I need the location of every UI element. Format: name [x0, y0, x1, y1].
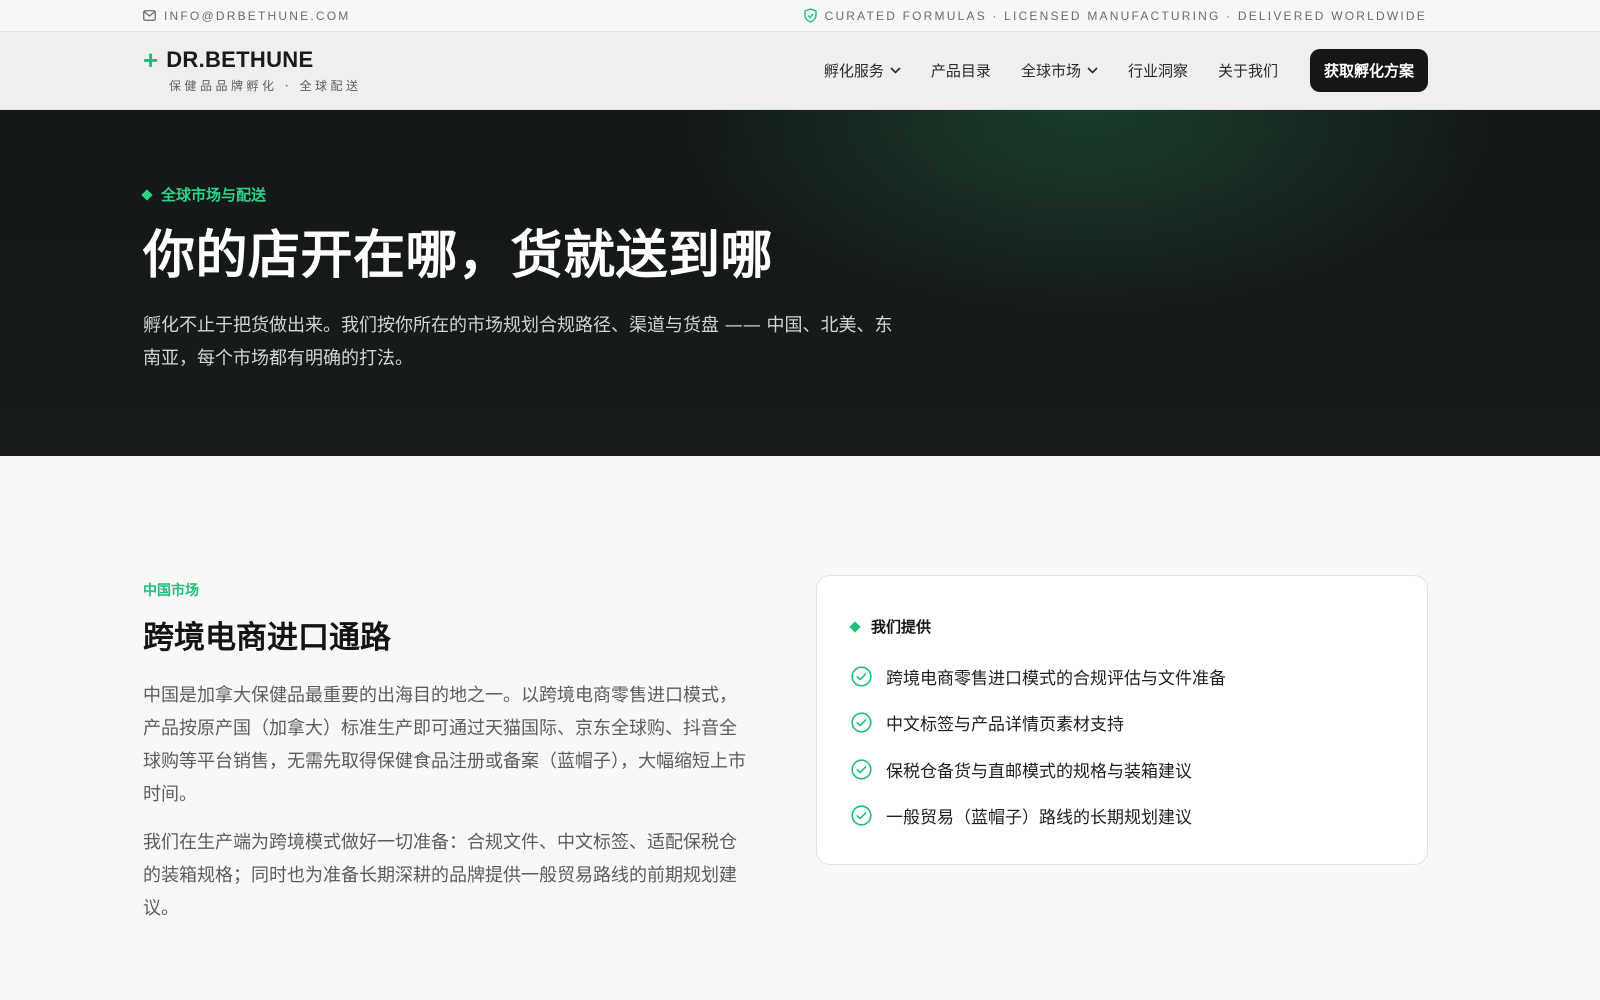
hero-description: 孵化不止于把货做出来。我们按你所在的市场规划合规路径、渠道与货盘 —— 中国、北…: [143, 314, 893, 369]
chevron-down-icon: [1087, 67, 1098, 74]
nav-item-label: 产品目录: [930, 62, 991, 80]
hero-section: 全球市场与配送 你的店开在哪，货就送到哪 孵化不止于把货做出来。我们按你所在的市…: [0, 110, 1600, 456]
china-market-section: 中国市场 跨境电商进口通路 中国是加拿大保健品最重要的出海目的地之一。以跨境电商…: [0, 456, 1600, 925]
card-title: 我们提供: [871, 618, 932, 636]
shield-check-icon: [803, 8, 817, 23]
section-text: 中国市场 跨境电商进口通路 中国是加拿大保健品最重要的出海目的地之一。以跨境电商…: [143, 580, 748, 925]
nav-item-label: 行业洞察: [1127, 62, 1188, 80]
brand-tagline: 保健品品牌孵化 · 全球配送: [169, 79, 362, 93]
diamond-icon: [849, 620, 861, 633]
brand-row: + DR.BETHUNE: [143, 47, 361, 73]
nav-item-global-markets[interactable]: 全球市场: [1021, 60, 1098, 81]
mail-icon: [143, 10, 156, 21]
list-item: 中文标签与产品详情页素材支持: [851, 700, 1393, 747]
nav-item-label: 孵化服务: [823, 62, 884, 80]
topbar-tagline-wrap: CURATED FORMULAS · LICENSED MANUFACTURIN…: [803, 8, 1427, 23]
nav-item-catalog[interactable]: 产品目录: [931, 60, 991, 81]
check-circle-icon: [851, 712, 872, 733]
site-header: + DR.BETHUNE 保健品品牌孵化 · 全球配送 孵化服务 产品目录 全球…: [0, 32, 1600, 110]
brand-name: DR.BETHUNE: [166, 47, 314, 72]
section-title: 跨境电商进口通路: [143, 620, 391, 656]
check-circle-icon: [851, 805, 872, 826]
list-item-label: 保税仓备货与直邮模式的规格与装箱建议: [886, 761, 1192, 782]
offerings-card: 我们提供 跨境电商零售进口模式的合规评估与文件准备 中文标签与产品详情页素材支持…: [816, 575, 1428, 865]
card-header: 我们提供: [849, 616, 1393, 637]
hero-eyebrow-label: 全球市场与配送: [161, 186, 267, 204]
chevron-down-icon: [890, 67, 901, 74]
topbar-email[interactable]: INFO@DRBETHUNE.COM: [164, 9, 350, 23]
topbar-tagline: CURATED FORMULAS · LICENSED MANUFACTURIN…: [824, 8, 1427, 23]
section-paragraph: 我们在生产端为跨境模式做好一切准备：合规文件、中文标签、适配保税仓的装箱规格；同…: [143, 832, 737, 919]
topbar: INFO@DRBETHUNE.COM CURATED FORMULAS · LI…: [0, 0, 1600, 32]
nav-item-about[interactable]: 关于我们: [1218, 60, 1278, 81]
hero-eyebrow: 全球市场与配送: [141, 184, 1600, 205]
hero-title: 你的店开在哪，货就送到哪: [143, 226, 774, 286]
list-item: 保税仓备货与直邮模式的规格与装箱建议: [851, 746, 1393, 793]
nav-item-label: 全球市场: [1020, 62, 1081, 80]
section-paragraph: 中国是加拿大保健品最重要的出海目的地之一。以跨境电商零售进口模式，产品按原产国（…: [143, 685, 746, 805]
list-item-label: 一般贸易（蓝帽子）路线的长期规划建议: [886, 808, 1192, 829]
list-item-label: 跨境电商零售进口模式的合规评估与文件准备: [886, 668, 1226, 689]
get-plan-button[interactable]: 获取孵化方案: [1309, 49, 1428, 92]
plus-icon: +: [143, 45, 159, 75]
nav-item-insights[interactable]: 行业洞察: [1128, 60, 1188, 81]
list-item-label: 中文标签与产品详情页素材支持: [886, 715, 1124, 736]
offerings-list: 跨境电商零售进口模式的合规评估与文件准备 中文标签与产品详情页素材支持 保税仓备…: [851, 653, 1393, 839]
nav-item-incubation[interactable]: 孵化服务: [824, 60, 901, 81]
list-item: 跨境电商零售进口模式的合规评估与文件准备: [851, 653, 1393, 700]
list-item: 一般贸易（蓝帽子）路线的长期规划建议: [851, 793, 1393, 840]
nav-item-label: 关于我们: [1217, 62, 1278, 80]
main-nav: 孵化服务 产品目录 全球市场 行业洞察 关于我们 获取孵化方案: [824, 49, 1428, 92]
diamond-icon: [141, 188, 153, 201]
check-circle-icon: [851, 759, 872, 780]
topbar-contact[interactable]: INFO@DRBETHUNE.COM: [143, 9, 350, 23]
check-circle-icon: [851, 666, 872, 687]
brand-logo[interactable]: + DR.BETHUNE 保健品品牌孵化 · 全球配送: [143, 47, 361, 94]
section-eyebrow: 中国市场: [143, 583, 199, 599]
